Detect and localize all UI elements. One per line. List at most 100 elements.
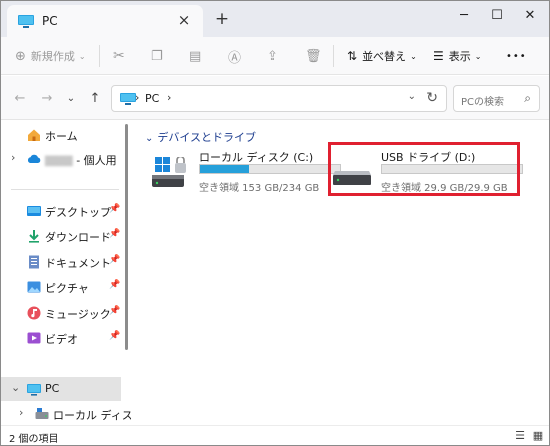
cloud-icon	[27, 154, 41, 163]
cut-button[interactable]: ✂	[113, 46, 125, 66]
videos-folder-icon	[27, 332, 41, 344]
rename-button[interactable]: Ⓐ	[228, 46, 241, 66]
sort-arrows-icon: ⇅	[347, 49, 358, 63]
address-dropdown-icon[interactable]: ⌄	[408, 91, 416, 102]
sidebar-item-onedrive[interactable]: › ████ - 個人用	[1, 147, 121, 171]
view-button[interactable]: ☰ 表示 ⌄	[433, 46, 481, 66]
tab-title: PC	[42, 14, 58, 28]
chevron-down-icon: ⌄	[410, 51, 417, 61]
new-button[interactable]: ⊕ 新規作成 ⌄	[15, 46, 86, 66]
separator	[333, 45, 334, 67]
sidebar-item-documents[interactable]: ドキュメント 📌	[1, 250, 121, 274]
close-window-button[interactable]: ✕	[514, 4, 546, 28]
minimize-button[interactable]: ─	[448, 4, 480, 28]
highlight-box	[328, 142, 520, 196]
sidebar-item-label: デスクトップ	[45, 206, 111, 219]
forward-arrow-icon[interactable]: →	[38, 90, 56, 108]
title-bar: PC × + ─ ☐ ✕	[1, 1, 549, 37]
recent-chevron-icon[interactable]: ⌄	[62, 90, 80, 108]
back-arrow-icon[interactable]: ←	[11, 90, 29, 108]
sidebar-item-music[interactable]: ミュージック 📌	[1, 301, 121, 325]
group-header-devices[interactable]: ⌄ デバイスとドライブ	[145, 129, 256, 145]
copy-icon: ❐	[151, 48, 163, 64]
copy-button[interactable]: ❐	[151, 46, 163, 66]
expand-chevron-icon[interactable]: ›	[19, 406, 23, 419]
sidebar-item-videos[interactable]: ビデオ 📌	[1, 326, 121, 350]
search-box[interactable]: PCの検索 ⌕	[453, 85, 540, 112]
pin-icon[interactable]: 📌	[109, 255, 120, 265]
rename-icon: Ⓐ	[228, 50, 242, 66]
drive-name: ローカル ディスク (C:)	[199, 151, 314, 164]
drive-usage-bar	[199, 164, 341, 174]
sidebar-item-label: ダウンロード	[45, 231, 111, 244]
drive-icon	[35, 408, 49, 419]
tab-close-icon[interactable]: ×	[175, 11, 193, 29]
blurred-username: ████	[45, 157, 73, 167]
sidebar-item-desktop[interactable]: デスクトップ 📌	[1, 199, 121, 223]
pc-monitor-icon	[18, 15, 34, 28]
pin-icon[interactable]: 📌	[109, 204, 120, 214]
search-placeholder: PCの検索	[461, 97, 505, 108]
collapse-chevron-icon: ⌄	[145, 133, 154, 144]
up-arrow-icon[interactable]: ↑	[86, 90, 104, 108]
trash-icon: 🗑	[305, 48, 322, 64]
new-button-label: 新規作成	[30, 50, 75, 63]
sidebar-item-label: ████ - 個人用	[45, 152, 117, 168]
item-count: 2 個の項目	[9, 434, 59, 445]
download-folder-icon	[29, 230, 39, 243]
search-icon: ⌕	[524, 91, 531, 105]
documents-folder-icon	[29, 255, 39, 269]
view-label: 表示	[448, 50, 471, 63]
breadcrumb-separator-icon[interactable]: ›	[135, 91, 139, 104]
sort-label: 並べ替え	[362, 50, 407, 63]
more-icon: •••	[506, 50, 527, 62]
plus-circle-icon: ⊕	[15, 48, 26, 64]
drive-usage-fill	[200, 165, 249, 173]
cloud-suffix: - 個人用	[76, 154, 117, 167]
sidebar-item-home[interactable]: ホーム	[1, 123, 121, 147]
pin-icon[interactable]: 📌	[109, 229, 120, 239]
view-layout-icon: ☰	[433, 49, 444, 63]
sort-button[interactable]: ⇅ 並べ替え ⌄	[347, 46, 417, 66]
status-bar: 2 個の項目 ☰ ▦	[1, 425, 549, 445]
sidebar-item-label: ドキュメント	[45, 257, 111, 270]
sidebar-scrollbar[interactable]	[125, 124, 128, 350]
details-view-icon[interactable]: ☰	[513, 429, 527, 443]
pin-icon[interactable]: 📌	[109, 306, 120, 316]
drive-free-space: 空き領域 153 GB/234 GB	[199, 183, 320, 194]
sidebar-item-downloads[interactable]: ダウンロード 📌	[1, 224, 121, 248]
refresh-icon[interactable]: ↻	[426, 90, 438, 106]
maximize-button[interactable]: ☐	[481, 4, 513, 28]
pin-icon[interactable]: 📌	[109, 331, 120, 341]
delete-button[interactable]: 🗑	[305, 46, 322, 66]
sidebar-item-label: ビデオ	[45, 333, 78, 346]
pictures-folder-icon	[27, 281, 41, 293]
scissors-icon: ✂	[113, 48, 125, 64]
tiles-view-icon[interactable]: ▦	[531, 429, 545, 443]
windows-drive-icon	[152, 157, 186, 187]
share-icon: ⇪	[267, 48, 278, 64]
drive-local-disk-c[interactable]: ローカル ディスク (C:) 空き領域 153 GB/234 GB	[151, 149, 341, 199]
new-tab-button[interactable]: +	[213, 9, 231, 29]
sidebar-item-label: PC	[45, 382, 60, 395]
breadcrumb-separator-icon[interactable]: ›	[167, 91, 171, 104]
pin-icon[interactable]: 📌	[109, 280, 120, 290]
paste-button[interactable]: ▤	[189, 46, 201, 66]
sidebar-item-pictures[interactable]: ピクチャ 📌	[1, 275, 121, 299]
share-button[interactable]: ⇪	[267, 46, 278, 66]
more-options-button[interactable]: •••	[506, 46, 527, 66]
address-bar[interactable]: › PC › ⌄ ↻	[111, 85, 447, 112]
collapse-chevron-icon[interactable]: ⌄	[11, 381, 20, 394]
sidebar-divider	[11, 189, 119, 190]
sidebar-item-local-disk[interactable]: › ローカル ディスク (C	[1, 402, 159, 426]
chevron-down-icon: ⌄	[78, 51, 86, 61]
tab-pc[interactable]: PC ×	[7, 5, 203, 37]
content-area: ⌄ デバイスとドライブ ローカル ディスク (C:) 空き領域 153 GB/23…	[131, 121, 549, 425]
command-bar: ⊕ 新規作成 ⌄ ✂ ❐ ▤ Ⓐ ⇪ 🗑 ⇅ 並べ替え ⌄ ☰ 表示 ⌄ •••	[1, 37, 549, 75]
sidebar-item-label: ミュージック	[45, 308, 111, 321]
expand-chevron-icon[interactable]: ›	[11, 151, 15, 164]
breadcrumb-pc[interactable]: PC	[145, 92, 159, 105]
sidebar-item-label: ピクチャ	[45, 282, 89, 295]
sidebar-item-pc[interactable]: ⌄ PC	[1, 377, 121, 401]
navigation-row: ← → ⌄ ↑ › PC › ⌄ ↻ PCの検索 ⌕	[1, 76, 549, 120]
